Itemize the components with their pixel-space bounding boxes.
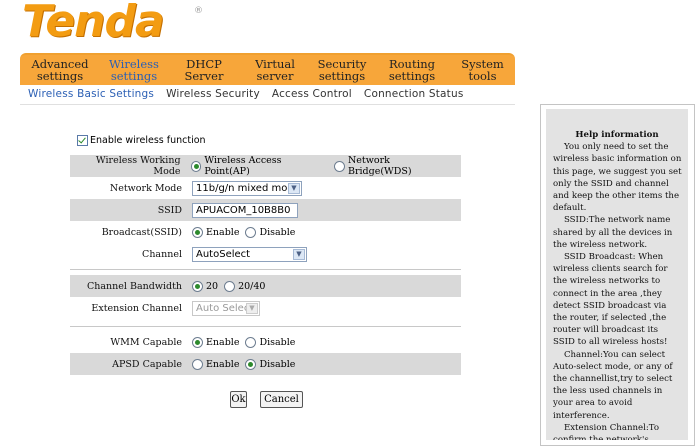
network-mode-select[interactable]: 11b/g/n mixed mode ▼ (192, 180, 302, 196)
extension-channel-select[interactable]: Auto Select ▼ (192, 300, 260, 316)
bandwidth-20-radio[interactable] (192, 280, 203, 292)
apsd-disable-radio[interactable] (245, 358, 257, 370)
help-panel: Help information You only need to set th… (540, 104, 695, 446)
subnav-access-control[interactable]: Access Control (272, 88, 352, 100)
nav-dhcp-server[interactable]: DHCP Server (168, 55, 240, 85)
nav-advanced-settings[interactable]: Advanced settings (20, 55, 100, 85)
wmm-enable-label: Enable (206, 336, 240, 348)
mode-ap-label: Wireless Access Point(AP) (204, 155, 282, 177)
subnav-connection-status[interactable]: Connection Status (364, 88, 464, 100)
help-content: Help information You only need to set th… (546, 109, 688, 440)
wmm-disable-option[interactable]: Disable (245, 336, 296, 348)
bandwidth-row: Channel Bandwidth 20 20/40 (70, 275, 461, 297)
channel-value: AutoSelect (196, 248, 251, 260)
broadcast-label: Broadcast(SSID) (101, 226, 182, 238)
sub-nav: Wireless Basic Settings Wireless Securit… (20, 84, 515, 104)
wmm-enable-radio[interactable] (192, 336, 203, 348)
wmm-disable-radio[interactable] (245, 336, 257, 348)
subnav-wireless-basic-settings[interactable]: Wireless Basic Settings (28, 88, 154, 100)
subnav-wireless-security[interactable]: Wireless Security (166, 88, 260, 100)
wmm-enable-option[interactable]: Enable (192, 336, 240, 348)
brand-name: Tenda (22, 0, 165, 47)
mode-wds-radio[interactable] (334, 160, 345, 172)
channel-select[interactable]: AutoSelect ▼ (192, 246, 307, 262)
nav-wireless-settings[interactable]: Wireless settings (100, 55, 168, 85)
network-mode-value: 11b/g/n mixed mode (196, 182, 300, 194)
broadcast-enable-label: Enable (206, 226, 240, 238)
nav-routing-settings[interactable]: Routing settings (374, 55, 450, 85)
enable-wireless-label: Enable wireless function (90, 135, 206, 146)
broadcast-disable-label: Disable (259, 226, 296, 238)
nav-security-settings[interactable]: Security settings (310, 55, 374, 85)
main-nav: Advanced settings Wireless settings DHCP… (20, 53, 515, 85)
section-divider (70, 269, 461, 270)
mode-wds-label: Network Bridge(WDS) (347, 155, 412, 177)
broadcast-disable-option[interactable]: Disable (245, 226, 296, 238)
apsd-label: APSD Capable (112, 358, 182, 370)
network-mode-row: Network Mode 11b/g/n mixed mode ▼ (70, 177, 461, 199)
wmm-row: WMM Capable Enable Disable (70, 331, 461, 353)
ssid-input[interactable]: APUACOM_10B8B0 (192, 202, 298, 218)
enable-wireless-row: Enable wireless function (77, 135, 206, 146)
chevron-down-icon: ▼ (293, 248, 305, 260)
broadcast-disable-radio[interactable] (245, 226, 257, 238)
bandwidth-2040-option[interactable]: 20/40 (224, 280, 266, 292)
tenda-logo: Tenda ® (22, 0, 222, 52)
apsd-disable-label: Disable (259, 358, 296, 370)
bandwidth-label: Channel Bandwidth (87, 280, 182, 292)
apsd-enable-radio[interactable] (192, 358, 203, 370)
wmm-disable-label: Disable (259, 336, 296, 348)
wmm-label: WMM Capable (110, 336, 182, 348)
network-mode-label: Network Mode (109, 182, 182, 194)
nav-virtual-server[interactable]: Virtual server (240, 55, 310, 85)
section-divider (70, 326, 461, 327)
help-body: You only need to set the wireless basic … (553, 142, 682, 440)
chevron-down-icon: ▼ (288, 182, 300, 194)
ssid-label: SSID (157, 204, 182, 216)
broadcast-enable-option[interactable]: Enable (192, 226, 240, 238)
apsd-disable-option[interactable]: Disable (245, 358, 296, 370)
apsd-enable-label: Enable (206, 358, 240, 370)
chevron-down-icon: ▼ (246, 302, 258, 314)
extension-channel-value: Auto Select (196, 302, 254, 314)
bandwidth-20-option[interactable]: 20 (192, 280, 219, 292)
cancel-button[interactable]: Cancel (260, 391, 303, 408)
apsd-enable-option[interactable]: Enable (192, 358, 240, 370)
extension-channel-row: Extension Channel Auto Select ▼ (70, 297, 461, 319)
registered-mark: ® (194, 6, 203, 16)
extension-channel-label: Extension Channel (91, 302, 182, 314)
mode-ap-radio[interactable] (190, 160, 202, 172)
channel-label: Channel (142, 248, 182, 260)
broadcast-row: Broadcast(SSID) Enable Disable (70, 221, 461, 243)
enable-wireless-checkbox[interactable] (77, 135, 88, 146)
wireless-basic-form: Enable wireless function Wireless Workin… (20, 105, 515, 439)
ok-button[interactable]: Ok (230, 391, 247, 408)
mode-wds-option[interactable]: Network Bridge(WDS) (334, 155, 455, 177)
broadcast-enable-radio[interactable] (192, 226, 203, 238)
help-title: Help information (575, 130, 659, 140)
working-mode-label: Wireless Working Mode (95, 155, 181, 177)
bandwidth-2040-label: 20/40 (238, 280, 266, 292)
mode-ap-option[interactable]: Wireless Access Point(AP) (190, 155, 329, 177)
nav-system-tools[interactable]: System tools (450, 55, 515, 85)
bandwidth-20-label: 20 (206, 280, 219, 292)
apsd-row: APSD Capable Enable Disable (70, 353, 461, 375)
bandwidth-2040-radio[interactable] (224, 280, 236, 292)
channel-row: Channel AutoSelect ▼ (70, 243, 461, 265)
ssid-row: SSID APUACOM_10B8B0 (70, 199, 461, 221)
working-mode-row: Wireless Working Mode Wireless Access Po… (70, 155, 461, 177)
